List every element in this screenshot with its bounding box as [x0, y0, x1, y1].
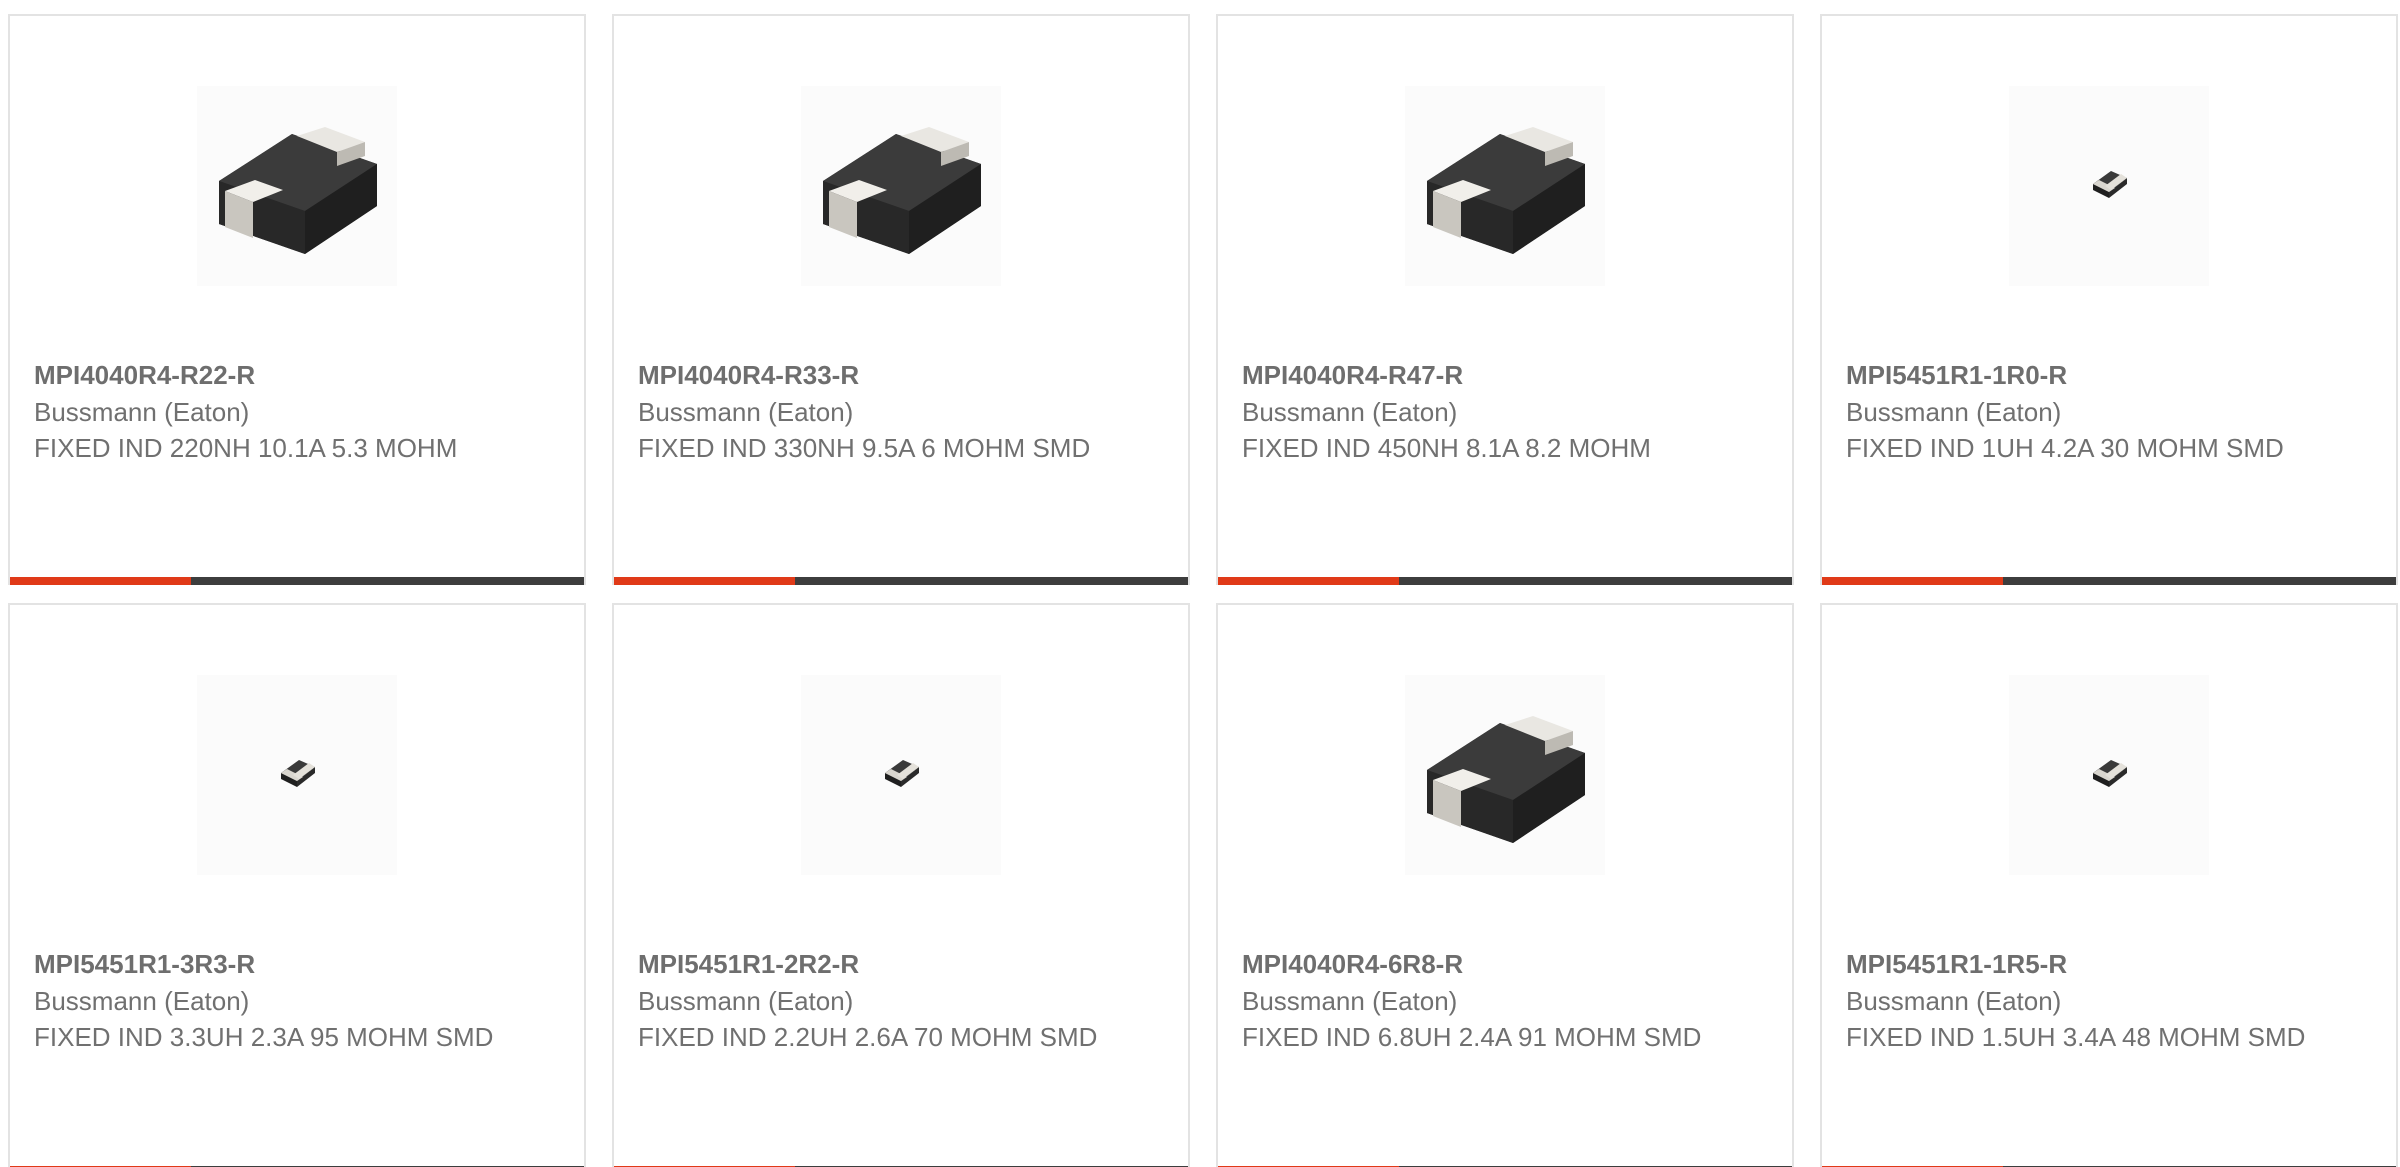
- card-bottom-bar: [1218, 577, 1792, 585]
- product-grid: MPI4040R4-R22-R Bussmann (Eaton) FIXED IND…: [0, 0, 2400, 1167]
- product-description: FIXED IND 330NH 9.5A 6 MOHM SMD: [638, 433, 1091, 463]
- part-number-link[interactable]: MPI5451R1-2R2-R: [638, 945, 1108, 983]
- part-number-link[interactable]: MPI5451R1-1R0-R: [1846, 356, 2316, 394]
- product-info: MPI5451R1-1R5-R Bussmann (Eaton) FIXED IND…: [1846, 945, 2316, 1055]
- product-description: FIXED IND 450NH 8.1A 8.2 MOHM: [1242, 433, 1651, 463]
- product-info: MPI5451R1-3R3-R Bussmann (Eaton) FIXED IND…: [34, 945, 504, 1055]
- product-card[interactable]: MPI4040R4-R22-R Bussmann (Eaton) FIXED IND…: [8, 14, 586, 585]
- card-bottom-bar: [1822, 577, 2396, 585]
- product-image-area[interactable]: [1822, 16, 2396, 356]
- product-description: FIXED IND 220NH 10.1A 5.3 MOHM: [34, 433, 458, 463]
- product-image[interactable]: [801, 86, 1001, 286]
- card-bottom-bar-accent: [1218, 577, 1399, 585]
- product-image[interactable]: [2009, 86, 2209, 286]
- product-card[interactable]: MPI5451R1-2R2-R Bussmann (Eaton) FIXED IND…: [612, 603, 1190, 1167]
- manufacturer-name: Bussmann (Eaton): [34, 397, 250, 427]
- manufacturer-name: Bussmann (Eaton): [638, 397, 854, 427]
- inductor-large-image: [1427, 127, 1585, 254]
- product-description: FIXED IND 1UH 4.2A 30 MOHM SMD: [1846, 433, 2284, 463]
- product-description: FIXED IND 1.5UH 3.4A 48 MOHM SMD: [1846, 1022, 2306, 1052]
- card-bottom-bar: [614, 577, 1188, 585]
- product-card[interactable]: MPI4040R4-6R8-R Bussmann (Eaton) FIXED IND…: [1216, 603, 1794, 1167]
- inductor-small-image: [2093, 760, 2127, 787]
- inductor-large-image: [219, 127, 377, 254]
- product-image-area[interactable]: [1218, 16, 1792, 356]
- product-card[interactable]: MPI5451R1-1R5-R Bussmann (Eaton) FIXED IND…: [1820, 603, 2398, 1167]
- product-description: FIXED IND 6.8UH 2.4A 91 MOHM SMD: [1242, 1022, 1702, 1052]
- product-info: MPI5451R1-2R2-R Bussmann (Eaton) FIXED IND…: [638, 945, 1108, 1055]
- product-card[interactable]: MPI5451R1-3R3-R Bussmann (Eaton) FIXED IND…: [8, 603, 586, 1167]
- inductor-small-image: [2093, 171, 2127, 198]
- product-image[interactable]: [2009, 675, 2209, 875]
- card-bottom-bar: [10, 577, 584, 585]
- inductor-small-image: [281, 760, 315, 787]
- manufacturer-name: Bussmann (Eaton): [1242, 986, 1458, 1016]
- product-description: FIXED IND 2.2UH 2.6A 70 MOHM SMD: [638, 1022, 1098, 1052]
- product-image-area[interactable]: [10, 16, 584, 356]
- inductor-large-image: [823, 127, 981, 254]
- card-bottom-bar-accent: [10, 577, 191, 585]
- part-number-link[interactable]: MPI4040R4-R22-R: [34, 356, 504, 394]
- inductor-large-image: [1427, 716, 1585, 843]
- part-number-link[interactable]: MPI5451R1-1R5-R: [1846, 945, 2316, 983]
- product-image[interactable]: [197, 86, 397, 286]
- product-info: MPI4040R4-6R8-R Bussmann (Eaton) FIXED IND…: [1242, 945, 1712, 1055]
- product-image-area[interactable]: [1218, 605, 1792, 945]
- inductor-small-image: [885, 760, 919, 787]
- product-description: FIXED IND 3.3UH 2.3A 95 MOHM SMD: [34, 1022, 494, 1052]
- manufacturer-name: Bussmann (Eaton): [638, 986, 854, 1016]
- product-image-area[interactable]: [1822, 605, 2396, 945]
- part-number-link[interactable]: MPI4040R4-R33-R: [638, 356, 1108, 394]
- card-bottom-bar-accent: [1822, 577, 2003, 585]
- product-image[interactable]: [197, 675, 397, 875]
- product-card[interactable]: MPI5451R1-1R0-R Bussmann (Eaton) FIXED IND…: [1820, 14, 2398, 585]
- part-number-link[interactable]: MPI4040R4-R47-R: [1242, 356, 1712, 394]
- part-number-link[interactable]: MPI4040R4-6R8-R: [1242, 945, 1712, 983]
- product-info: MPI4040R4-R47-R Bussmann (Eaton) FIXED IND…: [1242, 356, 1712, 466]
- manufacturer-name: Bussmann (Eaton): [1242, 397, 1458, 427]
- product-card[interactable]: MPI4040R4-R33-R Bussmann (Eaton) FIXED IND…: [612, 14, 1190, 585]
- manufacturer-name: Bussmann (Eaton): [1846, 986, 2062, 1016]
- manufacturer-name: Bussmann (Eaton): [34, 986, 250, 1016]
- product-image-area[interactable]: [614, 605, 1188, 945]
- product-image-area[interactable]: [614, 16, 1188, 356]
- product-image[interactable]: [801, 675, 1001, 875]
- product-image[interactable]: [1405, 675, 1605, 875]
- product-image-area[interactable]: [10, 605, 584, 945]
- card-bottom-bar-accent: [614, 577, 795, 585]
- product-info: MPI4040R4-R22-R Bussmann (Eaton) FIXED IND…: [34, 356, 504, 466]
- product-info: MPI5451R1-1R0-R Bussmann (Eaton) FIXED IND…: [1846, 356, 2316, 466]
- product-info: MPI4040R4-R33-R Bussmann (Eaton) FIXED IND…: [638, 356, 1108, 466]
- product-card[interactable]: MPI4040R4-R47-R Bussmann (Eaton) FIXED IND…: [1216, 14, 1794, 585]
- part-number-link[interactable]: MPI5451R1-3R3-R: [34, 945, 504, 983]
- manufacturer-name: Bussmann (Eaton): [1846, 397, 2062, 427]
- product-image[interactable]: [1405, 86, 1605, 286]
